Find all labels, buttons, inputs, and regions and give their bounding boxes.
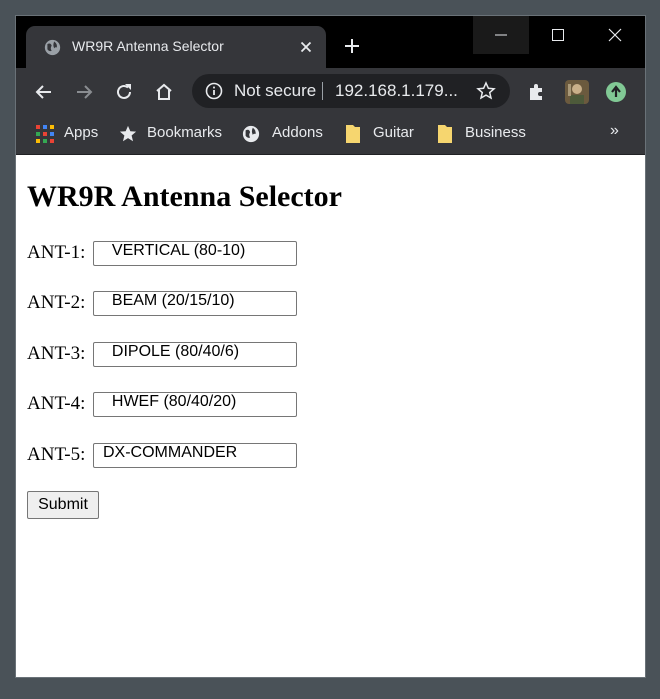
extension-avatar-icon[interactable] bbox=[565, 80, 589, 104]
antenna-label: ANT-2: bbox=[27, 292, 86, 313]
bookmark-guitar[interactable]: Guitar bbox=[345, 124, 425, 144]
bookmark-apps[interactable]: Apps bbox=[36, 124, 106, 144]
bookmark-business[interactable]: Business bbox=[437, 124, 532, 144]
browser-tab[interactable]: WR9R Antenna Selector bbox=[26, 26, 326, 68]
address-separator bbox=[322, 82, 323, 100]
minimize-icon bbox=[495, 34, 507, 36]
browser-window: WR9R Antenna Selector Not secure 192.168… bbox=[15, 15, 646, 678]
tab-title: WR9R Antenna Selector bbox=[72, 38, 224, 54]
antenna-2-input[interactable]: BEAM (20/15/10) bbox=[93, 291, 297, 316]
globe-icon bbox=[44, 39, 61, 56]
star-icon bbox=[119, 125, 137, 142]
reload-icon[interactable] bbox=[114, 82, 134, 102]
forward-arrow-icon[interactable] bbox=[74, 82, 94, 102]
window-close-button[interactable] bbox=[587, 16, 643, 54]
antenna-4-input[interactable]: HWEF (80/40/20) bbox=[93, 392, 297, 417]
home-icon[interactable] bbox=[154, 82, 174, 102]
antenna-5-input[interactable]: DX-COMMANDER bbox=[93, 443, 297, 468]
maximize-icon bbox=[552, 29, 564, 41]
antenna-label: ANT-1: bbox=[27, 242, 86, 263]
bookmark-star-icon[interactable] bbox=[476, 81, 496, 101]
bookmark-label: Business bbox=[465, 124, 526, 141]
folder-icon bbox=[346, 125, 360, 143]
globe-icon bbox=[242, 125, 260, 143]
antenna-label: ANT-5: bbox=[27, 444, 86, 465]
back-arrow-icon[interactable] bbox=[34, 82, 54, 102]
close-icon bbox=[608, 28, 622, 42]
antenna-label: ANT-4: bbox=[27, 393, 86, 414]
bookmark-label: Addons bbox=[272, 124, 323, 141]
antenna-1-input[interactable]: VERTICAL (80-10) bbox=[93, 241, 297, 266]
bookmarks-bar: Apps Bookmarks Addons Guitar Business » bbox=[16, 116, 645, 155]
bookmark-label: Bookmarks bbox=[147, 124, 223, 141]
bookmark-addons[interactable]: Addons bbox=[242, 124, 332, 144]
address-bar[interactable]: Not secure 192.168.1.179... bbox=[192, 74, 510, 108]
maximize-button[interactable] bbox=[530, 16, 586, 54]
folder-icon bbox=[438, 125, 452, 143]
new-tab-icon[interactable] bbox=[344, 38, 360, 54]
bookmark-label: Apps bbox=[64, 124, 99, 141]
antenna-3-input[interactable]: DIPOLE (80/40/6) bbox=[93, 342, 297, 367]
extensions-puzzle-icon[interactable] bbox=[526, 82, 546, 102]
update-arrow-icon[interactable] bbox=[606, 82, 626, 102]
submit-button[interactable]: Submit bbox=[27, 491, 99, 519]
info-icon[interactable] bbox=[205, 82, 223, 100]
browser-toolbar: Not secure 192.168.1.179... bbox=[16, 68, 645, 116]
page-content: WR9R Antenna Selector ANT-1: VERTICAL (8… bbox=[16, 155, 645, 677]
bookmarks-overflow-button[interactable]: » bbox=[610, 122, 619, 140]
page-title: WR9R Antenna Selector bbox=[27, 180, 342, 213]
security-status[interactable]: Not secure bbox=[234, 81, 319, 101]
antenna-label: ANT-3: bbox=[27, 343, 86, 364]
apps-grid-icon bbox=[36, 125, 54, 143]
close-icon[interactable] bbox=[298, 39, 314, 55]
bookmark-label: Guitar bbox=[373, 124, 414, 141]
tab-strip: WR9R Antenna Selector bbox=[16, 16, 645, 68]
address-url[interactable]: 192.168.1.179... bbox=[335, 81, 458, 101]
minimize-button[interactable] bbox=[473, 16, 529, 54]
bookmark-bookmarks[interactable]: Bookmarks bbox=[119, 124, 229, 144]
